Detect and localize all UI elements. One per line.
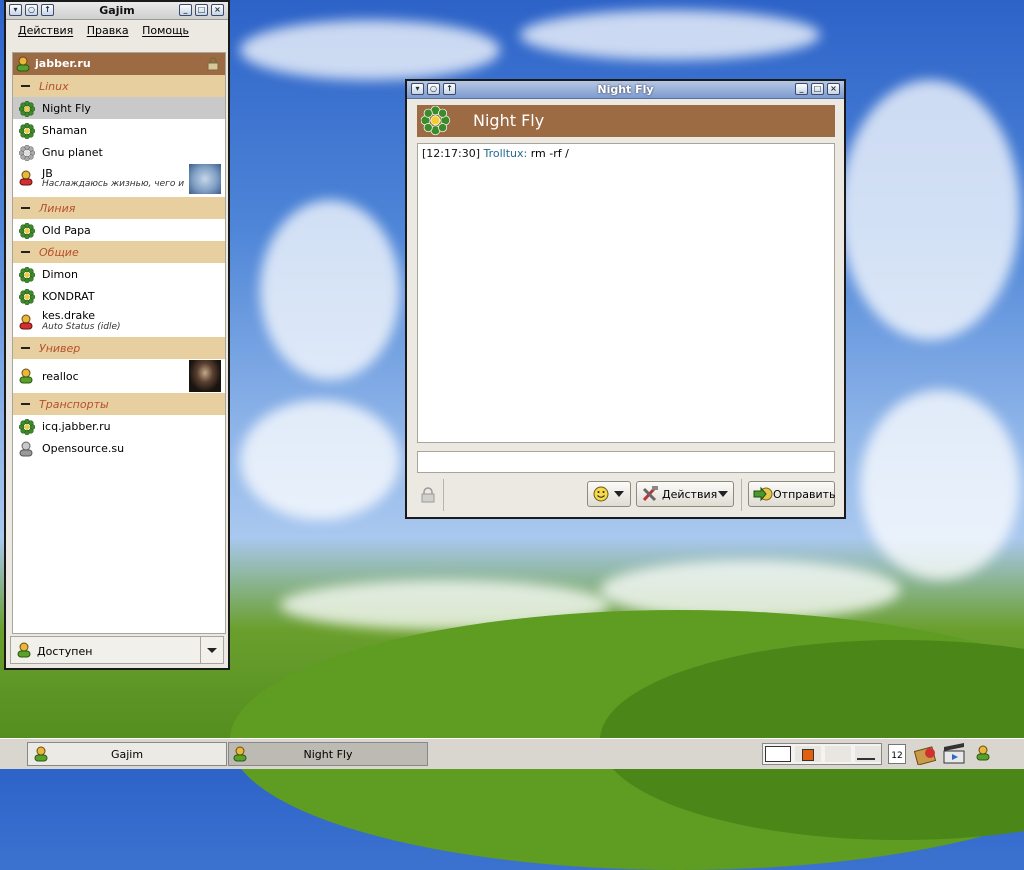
user-online-icon <box>19 368 33 384</box>
contact-gnu-planet[interactable]: Gnu planet <box>13 141 225 163</box>
contact-name: Night Fly <box>473 111 545 130</box>
group-obshchie[interactable]: Общие <box>13 241 225 263</box>
icq-flower-icon <box>19 289 35 305</box>
pager-desktop[interactable] <box>855 746 881 762</box>
contact-realloc[interactable]: realloc <box>13 359 225 393</box>
icq-flower-icon <box>19 267 35 283</box>
contact-opensource-su[interactable]: Opensource.su <box>13 437 225 459</box>
close-button[interactable]: × <box>211 4 224 16</box>
taskbar: Gajim Night Fly 12 <box>0 738 1024 769</box>
message-time: [12:17:30] <box>422 147 480 160</box>
contact-old-papa[interactable]: Old Papa <box>13 219 225 241</box>
task-night-fly[interactable]: Night Fly <box>228 742 428 766</box>
calendar-icon[interactable]: 12 <box>888 744 906 764</box>
gajim-tray-icon[interactable] <box>976 745 990 761</box>
pager-desktop[interactable] <box>795 746 821 762</box>
chevron-down-icon[interactable] <box>200 637 223 663</box>
pager-desktop[interactable] <box>825 746 851 762</box>
lock-icon[interactable] <box>421 487 435 503</box>
pager-desktop[interactable] <box>765 746 791 762</box>
chevron-down-icon <box>718 491 728 497</box>
icq-flower-offline-icon <box>19 145 35 161</box>
chat-title: Night Fly <box>597 83 654 96</box>
icq-flower-icon <box>19 101 35 117</box>
group-linux[interactable]: Linux <box>13 75 225 97</box>
menu-actions[interactable]: Действия <box>18 24 73 37</box>
close-button[interactable]: × <box>827 83 840 95</box>
icq-flower-icon <box>421 106 451 136</box>
chat-titlebar[interactable]: ▾ ○ ↑ Night Fly _ □ × <box>407 81 844 99</box>
user-away-icon <box>19 314 33 330</box>
group-univer[interactable]: Универ <box>13 337 225 359</box>
roster-titlebar[interactable]: ▾ ○ ↑ Gajim _ □ × <box>6 2 228 20</box>
task-gajim[interactable]: Gajim <box>27 742 227 766</box>
presence-label: Доступен <box>37 645 93 658</box>
tools-icon <box>642 486 658 502</box>
account-name: jabber.ru <box>35 57 91 70</box>
contact-kondrat[interactable]: KONDRAT <box>13 285 225 307</box>
emoticons-button[interactable] <box>587 481 631 507</box>
divider <box>443 479 444 511</box>
avatar <box>189 164 221 194</box>
contact-jb[interactable]: JB Наслаждаюсь жизнью, чего и <box>13 163 225 197</box>
chevron-down-icon <box>614 491 624 497</box>
contact-dimon[interactable]: Dimon <box>13 263 225 285</box>
message-sender: Trolltux: <box>483 147 528 160</box>
maximize-button[interactable]: □ <box>811 83 824 95</box>
smiley-icon <box>593 486 609 502</box>
contact-banner: Night Fly <box>417 105 835 137</box>
user-offline-icon <box>19 441 33 457</box>
roster-menubar: Действия Правка Помощь <box>6 20 228 42</box>
clapperboard-icon[interactable] <box>942 743 968 765</box>
desktop-pager[interactable] <box>762 743 882 765</box>
contact-kes-drake[interactable]: kes.drake Auto Status (idle) <box>13 307 225 337</box>
minimize-button[interactable]: _ <box>179 4 192 16</box>
icq-flower-icon <box>19 123 35 139</box>
contact-shaman[interactable]: Shaman <box>13 119 225 141</box>
contact-list: jabber.ru Linux Night Fly Shaman Gnu pla… <box>12 52 226 634</box>
group-liniya[interactable]: Линия <box>13 197 225 219</box>
avatar <box>189 360 221 392</box>
icq-flower-icon <box>19 419 35 435</box>
package-icon[interactable] <box>914 743 938 765</box>
presence-selector[interactable]: Доступен <box>10 636 224 664</box>
maximize-button[interactable]: □ <box>195 4 208 16</box>
menu-edit[interactable]: Правка <box>87 24 129 37</box>
chat-window: ▾ ○ ↑ Night Fly _ □ × Night Fly [12:17:3… <box>405 79 846 519</box>
conversation-view[interactable]: [12:17:30] Trolltux: rm -rf / <box>417 143 835 443</box>
divider <box>741 479 742 511</box>
contact-night-fly[interactable]: Night Fly <box>13 97 225 119</box>
icq-flower-icon <box>19 223 35 239</box>
roster-window: ▾ ○ ↑ Gajim _ □ × Действия Правка Помощь… <box>4 0 230 670</box>
group-transports[interactable]: Транспорты <box>13 393 225 415</box>
lock-icon <box>207 57 219 71</box>
contact-icq-jabber-ru[interactable]: icq.jabber.ru <box>13 415 225 437</box>
minimize-button[interactable]: _ <box>795 83 808 95</box>
account-user-icon <box>16 56 30 72</box>
menu-help[interactable]: Помощь <box>142 24 189 37</box>
send-icon <box>753 486 773 502</box>
message-text: rm -rf / <box>527 147 569 160</box>
message-input[interactable] <box>417 451 835 473</box>
user-away-icon <box>19 170 33 186</box>
actions-button[interactable]: Действия <box>636 481 734 507</box>
user-online-icon <box>17 642 31 658</box>
send-button[interactable]: Отправить <box>748 481 836 507</box>
account-row[interactable]: jabber.ru <box>13 53 225 75</box>
